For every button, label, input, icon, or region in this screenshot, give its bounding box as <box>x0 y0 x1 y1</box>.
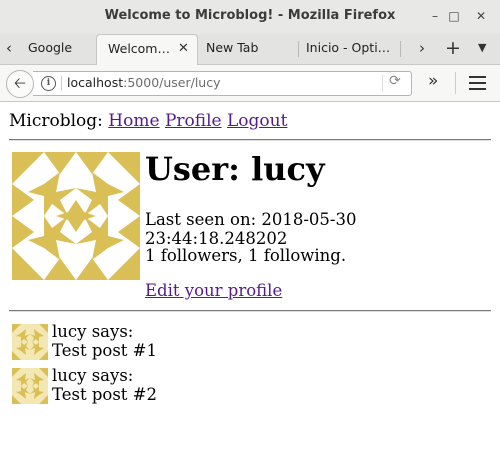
reload-separator <box>382 75 383 92</box>
list-tabs-icon[interactable]: ▼ <box>478 34 486 62</box>
divider <box>9 310 491 312</box>
post-item: lucy says: Test post #2 <box>12 366 492 406</box>
last-seen-text: Last seen on: 2018-05-30 23:44:18.248202 <box>145 210 357 248</box>
navigation-toolbar: i localhost:5000/user/lucy ⟳ 🡠 » <box>0 65 500 102</box>
window-titlebar: Welcome to Microblog! - Mozilla Firefox … <box>0 0 500 35</box>
overflow-chevron-icon[interactable]: » <box>428 71 438 91</box>
tab-separator <box>400 41 401 57</box>
follow-counts: 1 followers, 1 following. <box>145 246 347 265</box>
url-path: :5000/user/lucy <box>123 75 221 90</box>
site-info-icon[interactable]: i <box>41 76 56 91</box>
divider <box>9 139 491 141</box>
post-author: lucy says: <box>52 366 134 385</box>
edit-profile-link[interactable]: Edit your profile <box>145 281 282 300</box>
toolbar-separator <box>455 72 456 94</box>
post-avatar <box>12 324 48 360</box>
post-item: lucy says: Test post #1 <box>12 322 492 362</box>
post-avatar <box>12 368 48 404</box>
close-tab-icon[interactable]: ✕ <box>178 35 189 63</box>
nav-logout-link[interactable]: Logout <box>227 111 287 131</box>
post-body: Test post #1 <box>52 341 157 360</box>
post-body: Test post #2 <box>52 385 157 404</box>
back-arrow-icon: 🡠 <box>13 74 27 92</box>
close-window-icon[interactable]: ✕ <box>474 9 488 23</box>
window-title: Welcome to Microblog! - Mozilla Firefox <box>104 8 396 23</box>
tab-google[interactable]: Google <box>28 34 92 63</box>
brand-label: Microblog: <box>9 111 103 131</box>
reload-icon[interactable]: ⟳ <box>389 73 401 89</box>
tab-strip: ‹ Google Welcom… ✕ New Tab Inicio - Opti… <box>0 34 500 65</box>
tab-label: New Tab <box>206 40 259 55</box>
post-author: lucy says: <box>52 322 134 341</box>
url-text[interactable]: localhost:5000/user/lucy <box>67 75 221 90</box>
tab-inicio[interactable]: Inicio - Opti… <box>306 34 396 63</box>
tab-welcome[interactable]: Welcom… ✕ <box>96 34 198 65</box>
nav-home-link[interactable]: Home <box>108 111 159 131</box>
url-bar[interactable]: i localhost:5000/user/lucy ⟳ <box>33 71 412 96</box>
tab-label: Google <box>28 40 73 55</box>
site-nav: Microblog: Home Profile Logout <box>9 111 287 131</box>
tab-separator <box>298 41 299 57</box>
url-host: localhost <box>67 75 124 90</box>
tab-new-tab[interactable]: New Tab <box>206 34 286 63</box>
new-tab-icon[interactable]: + <box>445 34 461 62</box>
page-content: Microblog: Home Profile Logout User: luc… <box>0 102 500 473</box>
nav-profile-link[interactable]: Profile <box>165 111 222 131</box>
maximize-icon[interactable]: □ <box>447 9 461 23</box>
profile-heading: User: lucy <box>145 150 325 188</box>
tab-scroll-left-icon[interactable]: ‹ <box>6 34 12 62</box>
minimize-icon[interactable]: – <box>428 9 442 23</box>
url-separator <box>61 76 62 91</box>
hamburger-menu-icon[interactable] <box>469 76 486 90</box>
user-avatar <box>12 152 140 280</box>
tab-label: Inicio - Opti… <box>306 40 391 55</box>
back-button[interactable]: 🡠 <box>6 70 34 98</box>
tab-label: Welcom… <box>108 41 170 56</box>
tab-scroll-right-icon[interactable]: › <box>419 34 425 62</box>
